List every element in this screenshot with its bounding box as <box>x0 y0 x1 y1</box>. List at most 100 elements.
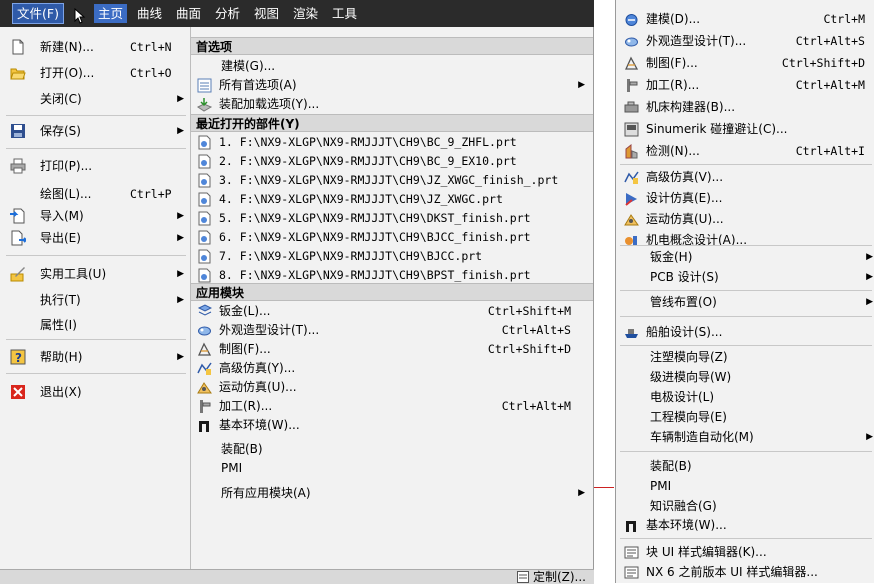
file-execute-label: 执行(T) <box>40 293 81 307</box>
part-file-icon <box>198 268 211 283</box>
recent-part-7[interactable]: 7. F:\NX9-XLGP\NX9-RMJJJT\CH9\BJCC.prt <box>191 247 593 266</box>
sub-modeling[interactable]: 建模(D)... Ctrl+M <box>616 10 874 29</box>
recent-part-5[interactable]: 5. F:\NX9-XLGP\NX9-RMJJJT\CH9\DKST_finis… <box>191 209 593 228</box>
sub-label: 装配(B) <box>650 459 692 473</box>
sub-manufacturing[interactable]: 加工(R)... Ctrl+Alt+M <box>616 76 874 95</box>
app-motion-sim[interactable]: 运动仿真(U)... <box>191 378 593 397</box>
file-plot[interactable]: 绘图(L)... Ctrl+P <box>0 183 190 205</box>
app-advanced-sim[interactable]: 高级仿真(Y)... <box>191 359 593 378</box>
menu-render[interactable]: 渲染 <box>289 4 322 23</box>
sub-mold-wizard[interactable]: 注塑模向导(Z) <box>616 348 874 367</box>
recent-parts-header: 最近打开的部件(Y) <box>191 114 593 132</box>
sub-progressive-die-wizard[interactable]: 级进模向导(W) <box>616 368 874 387</box>
gateway-icon <box>199 421 209 432</box>
sub-gateway[interactable]: 基本环境(W)... <box>616 516 874 535</box>
drafting-icon <box>624 56 639 70</box>
sub-sheet-metal[interactable]: 钣金(H) ▶ <box>616 248 874 267</box>
recent-part-6[interactable]: 6. F:\NX9-XLGP\NX9-RMJJJT\CH9\BJCC_finis… <box>191 228 593 247</box>
submenu-arrow-icon: ▶ <box>866 252 873 262</box>
app-all-modules[interactable]: 所有应用模块(A) ▶ <box>191 484 593 503</box>
sub-routing[interactable]: 管线布置(O) ▶ <box>616 293 874 312</box>
sub-sinumerik[interactable]: Sinumerik 碰撞避让(C)... <box>616 120 874 139</box>
pref-modeling-label: 建模(G)... <box>221 59 276 73</box>
all-modules-submenu: 建模(D)... Ctrl+M 外观造型设计(T)... Ctrl+Alt+S … <box>615 0 874 583</box>
file-open-label: 打开(O)... <box>40 66 95 80</box>
block-styler-icon <box>624 546 639 559</box>
file-open[interactable]: 打开(O)... Ctrl+O <box>0 62 190 84</box>
file-exit-label: 退出(X) <box>40 385 82 399</box>
sub-pmi[interactable]: PMI <box>616 477 874 496</box>
app-assembly[interactable]: 装配(B) <box>191 440 593 459</box>
file-help[interactable]: ? 帮助(H) ▶ <box>0 346 190 368</box>
recent-part-4[interactable]: 4. F:\NX9-XLGP\NX9-RMJJJT\CH9\JZ_XWGC.pr… <box>191 190 593 209</box>
sub-design-sim[interactable]: 设计仿真(E)... <box>616 189 874 208</box>
file-execute[interactable]: 执行(T) ▶ <box>0 289 190 311</box>
advanced-sim-icon <box>624 171 639 184</box>
submenu-arrow-icon: ▶ <box>866 432 873 442</box>
file-exit[interactable]: 退出(X) <box>0 381 190 403</box>
sub-label: 检测(N)... <box>646 144 700 158</box>
file-save[interactable]: 保存(S) ▶ <box>0 120 190 142</box>
app-shape-studio[interactable]: 外观造型设计(T)... Ctrl+Alt+S <box>191 321 593 340</box>
app-sheet-metal-label: 钣金(L)... <box>219 304 271 318</box>
menu-surface[interactable]: 曲面 <box>172 4 205 23</box>
submenu-arrow-icon: ▶ <box>177 269 184 279</box>
sub-electrode-design[interactable]: 电极设计(L) <box>616 388 874 407</box>
sub-vehicle-manufacturing[interactable]: 车辆制造自动化(M) ▶ <box>616 428 874 447</box>
export-icon <box>11 230 26 246</box>
recent-part-label: 2. F:\NX9-XLGP\NX9-RMJJJT\CH9\BC_9_EX10.… <box>219 154 517 168</box>
menu-tools[interactable]: 工具 <box>328 4 361 23</box>
file-new[interactable]: 新建(N)... Ctrl+N <box>0 36 190 58</box>
sub-drafting[interactable]: 制图(F)... Ctrl+Shift+D <box>616 54 874 73</box>
recent-part-label: 5. F:\NX9-XLGP\NX9-RMJJJT\CH9\DKST_finis… <box>219 211 531 225</box>
customize-button[interactable]: 定制(Z)... <box>517 569 586 584</box>
file-properties[interactable]: 属性(I) <box>0 314 190 336</box>
sub-label: 加工(R)... <box>646 78 700 92</box>
sub-block-styler[interactable]: 块 UI 样式编辑器(K)... <box>616 543 874 562</box>
app-drafting[interactable]: 制图(F)... Ctrl+Shift+D <box>191 340 593 359</box>
sub-legacy-styler[interactable]: NX 6 之前版本 UI 样式编辑器... <box>616 563 874 582</box>
sub-label: 制图(F)... <box>646 56 698 70</box>
sub-pcb-design[interactable]: PCB 设计(S) ▶ <box>616 268 874 287</box>
file-import[interactable]: 导入(M) ▶ <box>0 205 190 227</box>
menu-analysis[interactable]: 分析 <box>211 4 244 23</box>
sub-label: PCB 设计(S) <box>650 270 719 284</box>
manufacturing-icon <box>200 400 211 413</box>
sub-inspection[interactable]: 检测(N)... Ctrl+Alt+I <box>616 142 874 161</box>
app-manufacturing[interactable]: 加工(R)... Ctrl+Alt+M <box>191 397 593 416</box>
file-print[interactable]: 打印(P)... <box>0 155 190 177</box>
recent-part-1[interactable]: 1. F:\NX9-XLGP\NX9-RMJJJT\CH9\BC_9_ZHFL.… <box>191 133 593 152</box>
sub-motion-sim[interactable]: 运动仿真(U)... <box>616 210 874 229</box>
pref-assembly-load[interactable]: 装配加载选项(Y)... <box>191 95 593 114</box>
file-plot-label: 绘图(L)... <box>40 187 92 201</box>
app-sheet-metal[interactable]: 钣金(L)... Ctrl+Shift+M <box>191 302 593 321</box>
app-pmi[interactable]: PMI <box>191 459 593 478</box>
file-menu-panel: 首选项 建模(G)... 所有首选项(A) ▶ 装配加载选项(Y)... 最近打… <box>191 27 594 569</box>
sub-shortcut: Ctrl+Alt+S <box>795 34 865 48</box>
sub-assembly[interactable]: 装配(B) <box>616 457 874 476</box>
pref-all[interactable]: 所有首选项(A) ▶ <box>191 76 593 95</box>
app-all-modules-label: 所有应用模块(A) <box>221 486 311 500</box>
exit-icon <box>11 385 25 399</box>
motion-sim-icon <box>197 382 212 394</box>
menu-curve[interactable]: 曲线 <box>133 4 166 23</box>
menu-home[interactable]: 主页 <box>94 4 128 23</box>
app-drafting-label: 制图(F)... <box>219 342 271 356</box>
pref-modeling[interactable]: 建模(G)... <box>191 57 593 76</box>
recent-part-3[interactable]: 3. F:\NX9-XLGP\NX9-RMJJJT\CH9\JZ_XWGC_fi… <box>191 171 593 190</box>
sub-shape-studio[interactable]: 外观造型设计(T)... Ctrl+Alt+S <box>616 32 874 51</box>
app-gateway[interactable]: 基本环境(W)... <box>191 416 593 435</box>
file-close[interactable]: 关闭(C) ▶ <box>0 88 190 110</box>
sub-advanced-sim[interactable]: 高级仿真(V)... <box>616 168 874 187</box>
menu-file[interactable]: 文件(F) <box>12 3 64 24</box>
recent-part-2[interactable]: 2. F:\NX9-XLGP\NX9-RMJJJT\CH9\BC_9_EX10.… <box>191 152 593 171</box>
print-icon <box>10 158 26 174</box>
sub-engineering-die-wizard[interactable]: 工程模向导(E) <box>616 408 874 427</box>
file-utilities[interactable]: 实用工具(U) ▶ <box>0 263 190 285</box>
file-export[interactable]: 导出(E) ▶ <box>0 227 190 249</box>
sub-knowledge-fusion[interactable]: 知识融合(G) <box>616 497 874 516</box>
sub-ship-design[interactable]: 船舶设计(S)... <box>616 323 874 342</box>
new-file-icon <box>12 39 24 55</box>
sub-machine-builder[interactable]: 机床构建器(B)... <box>616 98 874 117</box>
menu-view[interactable]: 视图 <box>250 4 283 23</box>
